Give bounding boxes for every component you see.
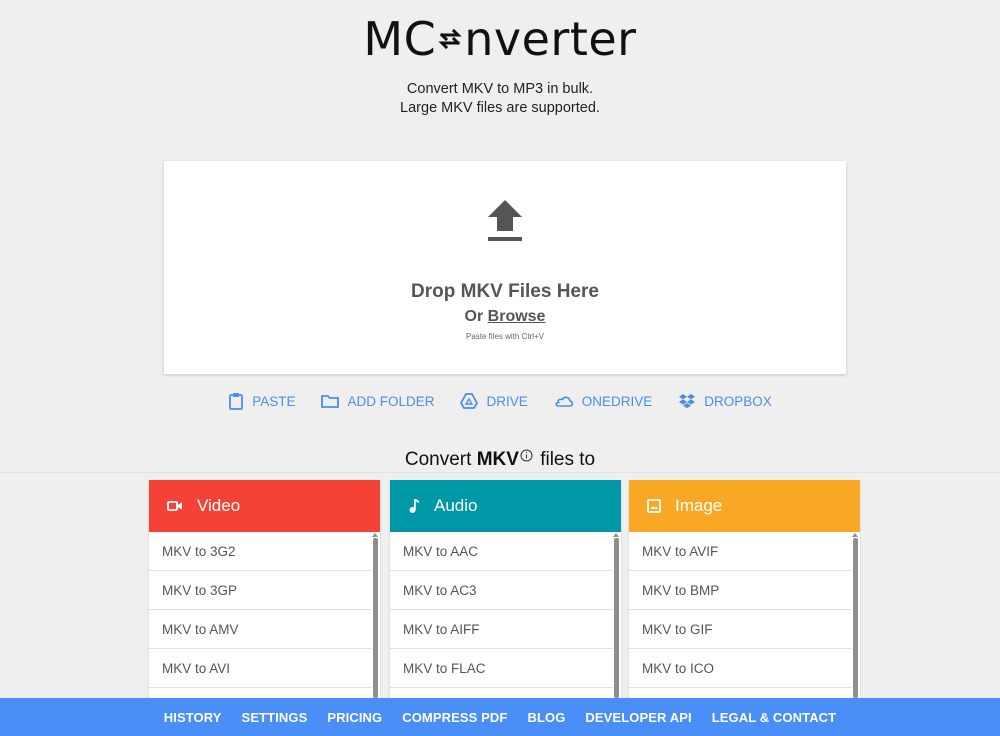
list-item[interactable]: MKV to FLAC: [390, 649, 613, 688]
logo-text-right: nverter: [464, 11, 637, 66]
list-item[interactable]: MKV to AMV: [149, 610, 372, 649]
list-item[interactable]: MKV to 3G2: [149, 532, 372, 571]
paste-label: PASTE: [252, 393, 296, 409]
convert-suffix: files to: [540, 449, 596, 470]
footer-link-developer-api[interactable]: DEVELOPER API: [585, 710, 691, 725]
dropbox-label: DROPBOX: [704, 393, 772, 409]
image-title: Image: [675, 496, 723, 515]
paste-button[interactable]: PASTE: [228, 392, 295, 410]
footer-link-blog[interactable]: BLOG: [527, 710, 565, 725]
logo-text-left: MC: [363, 11, 437, 66]
video-camera-icon: [167, 501, 182, 511]
convert-format: MKV: [476, 449, 519, 470]
footer-link-history[interactable]: HISTORY: [164, 710, 222, 725]
browse-link[interactable]: Browse: [488, 308, 546, 325]
list-item[interactable]: MKV to AC3: [390, 571, 613, 610]
convert-heading: Convert MKV files to: [0, 449, 1000, 471]
image-header: Image: [629, 480, 860, 532]
music-note-icon: [409, 499, 419, 513]
add-folder-label: ADD FOLDER: [347, 393, 435, 409]
upload-icon: [488, 200, 522, 241]
onedrive-label: ONEDRIVE: [581, 393, 653, 409]
audio-title: Audio: [434, 496, 478, 515]
or-label: Or: [464, 308, 484, 325]
tagline-line-2: Large MKV files are supported.: [400, 100, 600, 116]
list-item[interactable]: MKV to AAC: [390, 532, 613, 571]
video-header: Video: [149, 480, 380, 532]
section-divider: [0, 472, 1000, 473]
footer-link-legal-contact[interactable]: LEGAL & CONTACT: [712, 710, 837, 725]
list-item[interactable]: MKV to 3GP: [149, 571, 372, 610]
scroll-up-arrow[interactable]: [372, 533, 378, 537]
drop-or-line: Or Browse: [164, 308, 846, 326]
source-buttons: PASTE ADD FOLDER DRIVE ONEDRIVE DROPBOX: [0, 392, 1000, 410]
tagline-line-1: Convert MKV to MP3 in bulk.: [406, 81, 594, 97]
drive-button[interactable]: DRIVE: [460, 392, 528, 410]
footer-nav: HISTORY SETTINGS PRICING COMPRESS PDF BL…: [0, 698, 1000, 736]
add-folder-button[interactable]: ADD FOLDER: [321, 392, 434, 410]
image-scrollbar[interactable]: [853, 538, 858, 698]
folder-icon: [321, 395, 340, 408]
audio-category: Audio MKV to AAC MKV to AC3 MKV to AIFF …: [390, 480, 621, 710]
audio-scrollbar[interactable]: [614, 538, 619, 698]
dropbox-button[interactable]: DROPBOX: [678, 392, 772, 410]
footer-link-settings[interactable]: SETTINGS: [242, 710, 308, 725]
dropbox-icon: [679, 394, 696, 409]
image-category: Image MKV to AVIF MKV to BMP MKV to GIF …: [629, 480, 860, 710]
onedrive-button[interactable]: ONEDRIVE: [554, 392, 653, 410]
tagline: Convert MKV to MP3 in bulk. Large MKV fi…: [0, 80, 1000, 118]
google-drive-icon: [460, 393, 479, 409]
footer-link-pricing[interactable]: PRICING: [327, 710, 382, 725]
drive-label: DRIVE: [486, 393, 528, 409]
site-logo[interactable]: MC nverter: [0, 8, 1000, 66]
video-scrollbar[interactable]: [373, 538, 378, 698]
video-title: Video: [197, 496, 241, 515]
audio-header: Audio: [390, 480, 621, 532]
paste-hint: Paste files with Ctrl+V: [465, 332, 545, 341]
footer-link-compress-pdf[interactable]: COMPRESS PDF: [402, 710, 507, 725]
drop-title: Drop MKV Files Here: [411, 281, 599, 302]
image-list: MKV to AVIF MKV to BMP MKV to GIF MKV to…: [629, 532, 860, 710]
video-category: Video MKV to 3G2 MKV to 3GP MKV to AMV M…: [149, 480, 380, 710]
list-item[interactable]: MKV to BMP: [629, 571, 852, 610]
list-item[interactable]: MKV to AVI: [149, 649, 372, 688]
file-dropzone[interactable]: Drop MKV Files Here Or Browse Paste file…: [164, 161, 846, 374]
list-item[interactable]: MKV to GIF: [629, 610, 852, 649]
image-icon: [647, 499, 661, 513]
audio-list: MKV to AAC MKV to AC3 MKV to AIFF MKV to…: [390, 532, 621, 710]
info-icon[interactable]: [520, 449, 533, 462]
scroll-up-arrow[interactable]: [613, 533, 619, 537]
logo-swap-icon: [438, 28, 462, 49]
onedrive-icon: [555, 396, 573, 407]
convert-prefix: Convert: [404, 449, 472, 470]
clipboard-icon: [229, 393, 244, 410]
list-item[interactable]: MKV to ICO: [629, 649, 852, 688]
scroll-up-arrow[interactable]: [852, 533, 858, 537]
list-item[interactable]: MKV to AVIF: [629, 532, 852, 571]
list-item[interactable]: MKV to AIFF: [390, 610, 613, 649]
video-list: MKV to 3G2 MKV to 3GP MKV to AMV MKV to …: [149, 532, 380, 710]
